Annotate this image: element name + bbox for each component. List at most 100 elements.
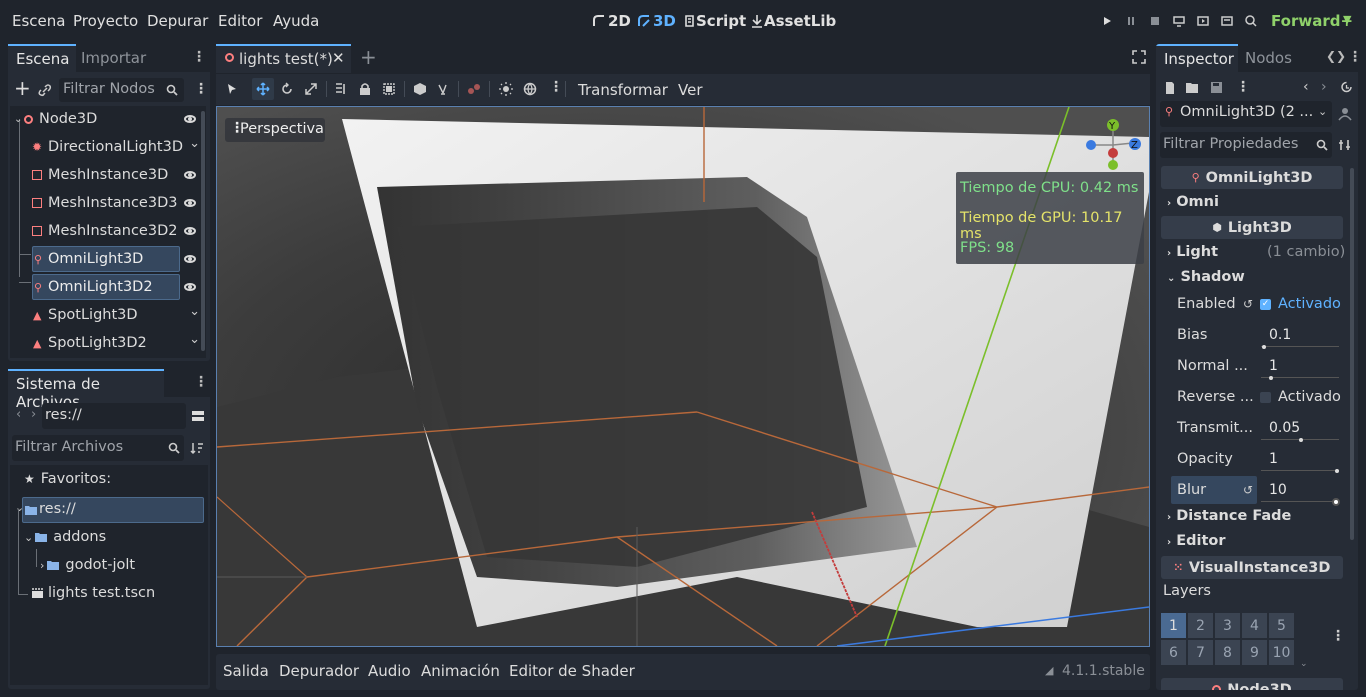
node-info-icon[interactable] (1338, 107, 1352, 121)
close-icon[interactable]: ✕ (332, 49, 345, 67)
layer-2[interactable]: 2 (1188, 613, 1213, 638)
add-node-icon[interactable]: + (14, 78, 31, 98)
addons-folder-item[interactable]: ⌄ addons (24, 529, 106, 545)
menu-depurar[interactable]: Depurar (147, 12, 208, 30)
play-custom-icon[interactable] (1220, 14, 1234, 28)
checkbox-checked-icon[interactable]: ✓ (1260, 298, 1271, 310)
chevron-down-icon[interactable]: ▼ (1343, 13, 1351, 26)
chevron-down-icon[interactable]: ⌄ (14, 114, 22, 125)
layer-5[interactable]: 5 (1269, 613, 1294, 638)
workspace-3d-button[interactable]: 3D (637, 12, 676, 30)
link-icon[interactable] (38, 83, 52, 97)
filter-files-input[interactable]: Filtrar Archivos (12, 435, 184, 461)
mesh-icon[interactable] (413, 82, 427, 96)
chevron-down-icon[interactable]: ⌄ (189, 304, 200, 319)
environment-icon[interactable] (523, 82, 537, 96)
menu-escena[interactable]: Escena (12, 12, 65, 30)
object-selector[interactable]: ⚲ OmniLight3D (2 ... ⌄ (1160, 101, 1332, 127)
bone-icon[interactable] (467, 82, 481, 96)
pause-icon[interactable] (1124, 14, 1138, 28)
kebab-menu-icon[interactable]: ⋮ (549, 79, 563, 95)
chevron-down-icon[interactable]: ⌄ (15, 501, 24, 514)
inspector-scrollbar[interactable] (1350, 168, 1354, 540)
new-resource-icon[interactable] (1164, 81, 1176, 95)
orientation-gizmo[interactable]: Y Z (1085, 117, 1145, 173)
chevron-down-icon[interactable]: ⌄ (24, 531, 33, 544)
tab-inspector[interactable]: Inspector (1156, 44, 1238, 72)
add-tab-icon[interactable]: + (360, 45, 377, 69)
menu-editor[interactable]: Editor (218, 12, 262, 30)
opacity-field[interactable]: 1 (1261, 447, 1339, 473)
res-root-item[interactable]: ⌄ res:// (15, 497, 204, 523)
chevron-down-icon[interactable]: ⌄ (1300, 659, 1308, 669)
group-distance-fade[interactable]: › Distance Fade (1167, 508, 1291, 524)
layer-4[interactable]: 4 (1242, 613, 1267, 638)
dock-move-icon[interactable]: ❮❯ (1326, 49, 1346, 63)
scene-tree-scrollbar[interactable] (201, 111, 205, 351)
section-omnilight3d[interactable]: ⚲ OmniLight3D (1161, 166, 1343, 189)
version-label[interactable]: 4.1.1.stable (1062, 663, 1145, 679)
scale-icon[interactable] (304, 82, 318, 96)
kebab-menu-icon[interactable]: ⋮ (1331, 628, 1345, 644)
perspective-menu[interactable]: ⋮ Perspectiva (225, 118, 325, 142)
lock-icon[interactable] (359, 82, 371, 96)
workspace-2d-button[interactable]: 2D (592, 12, 631, 30)
sort-icon[interactable] (190, 441, 204, 455)
history-forward-icon[interactable]: › (1321, 79, 1327, 95)
inspector-options-icon[interactable] (1338, 138, 1352, 152)
layer-9[interactable]: 9 (1242, 640, 1267, 665)
remote-debug-icon[interactable] (1172, 14, 1186, 28)
kebab-menu-icon[interactable]: ⋮ (1236, 79, 1250, 95)
filter-nodes-input[interactable]: Filtrar Nodos (59, 78, 184, 102)
tab-shader-editor[interactable]: Editor de Shader (509, 662, 635, 680)
tree-node-spot-light[interactable]: ▲ SpotLight3D ⌄ (10, 302, 206, 328)
play-icon[interactable] (1100, 14, 1114, 28)
layer-10[interactable]: 10 (1269, 640, 1294, 665)
tree-node-node3d[interactable]: ⌄ Node3D (10, 106, 206, 132)
pivot-icon[interactable] (436, 82, 450, 96)
visibility-eye-icon[interactable] (184, 171, 196, 179)
group-icon[interactable] (382, 82, 396, 96)
renderer-select[interactable]: Forward+ (1271, 12, 1353, 30)
open-folder-icon[interactable] (1186, 82, 1200, 94)
stop-icon[interactable] (1148, 14, 1162, 28)
group-omni[interactable]: › Omni (1167, 194, 1219, 210)
tree-node-directional-light[interactable]: ✹ DirectionalLight3D ⌄ (10, 134, 206, 160)
split-view-icon[interactable] (191, 409, 205, 423)
tree-node-omni-light-2[interactable]: ⚲ OmniLight3D2 (10, 274, 206, 300)
group-editor[interactable]: › Editor (1167, 533, 1226, 549)
tab-debugger[interactable]: Depurador (279, 662, 359, 680)
sun-icon[interactable] (499, 82, 513, 96)
chevron-right-icon[interactable]: › (40, 559, 44, 572)
view-menu[interactable]: Ver (678, 81, 703, 99)
transmittance-field[interactable]: 0.05 (1261, 416, 1339, 442)
play-scene-icon[interactable] (1196, 14, 1210, 28)
tab-nodes[interactable]: Nodos ❮❯ ⋮ (1238, 44, 1358, 72)
section-node3d[interactable]: Node3D (1161, 678, 1343, 690)
visibility-eye-icon[interactable] (184, 199, 196, 207)
group-light[interactable]: › Light (1167, 244, 1218, 260)
chevron-down-icon[interactable]: ⌄ (189, 136, 200, 151)
section-visualinstance3d[interactable]: ⁙ VisualInstance3D (1161, 556, 1343, 579)
rotate-icon[interactable] (280, 82, 294, 96)
layer-1[interactable]: 1 (1161, 613, 1186, 638)
blur-field[interactable]: 10 (1261, 478, 1340, 506)
tree-node-mesh-instance[interactable]: MeshInstance3D (10, 162, 206, 188)
kebab-menu-icon[interactable]: ⋮ (1348, 49, 1358, 65)
tab-filesystem[interactable]: Sistema de Archivos (8, 369, 164, 411)
tab-animation[interactable]: Animación (421, 662, 500, 680)
3d-viewport[interactable]: ⋮ Perspectiva Tiempo de CPU: 0.42 ms Tie… (216, 106, 1150, 647)
list-select-icon[interactable] (334, 82, 348, 96)
transform-menu[interactable]: Transformar (578, 81, 668, 99)
scene-tab[interactable]: lights test(*) ✕ (216, 44, 351, 73)
tab-output[interactable]: Salida (223, 662, 269, 680)
menu-ayuda[interactable]: Ayuda (273, 12, 319, 30)
visibility-eye-icon[interactable] (184, 255, 196, 263)
move-icon[interactable] (256, 82, 270, 96)
tab-import[interactable]: Importar ⋮ (76, 44, 210, 72)
kebab-menu-icon[interactable]: ⋮ (194, 374, 208, 390)
visibility-eye-icon[interactable] (184, 115, 196, 123)
history-back-icon[interactable]: ‹ (1303, 79, 1309, 95)
workspace-script-button[interactable]: Script (683, 12, 746, 30)
layer-3[interactable]: 3 (1215, 613, 1240, 638)
